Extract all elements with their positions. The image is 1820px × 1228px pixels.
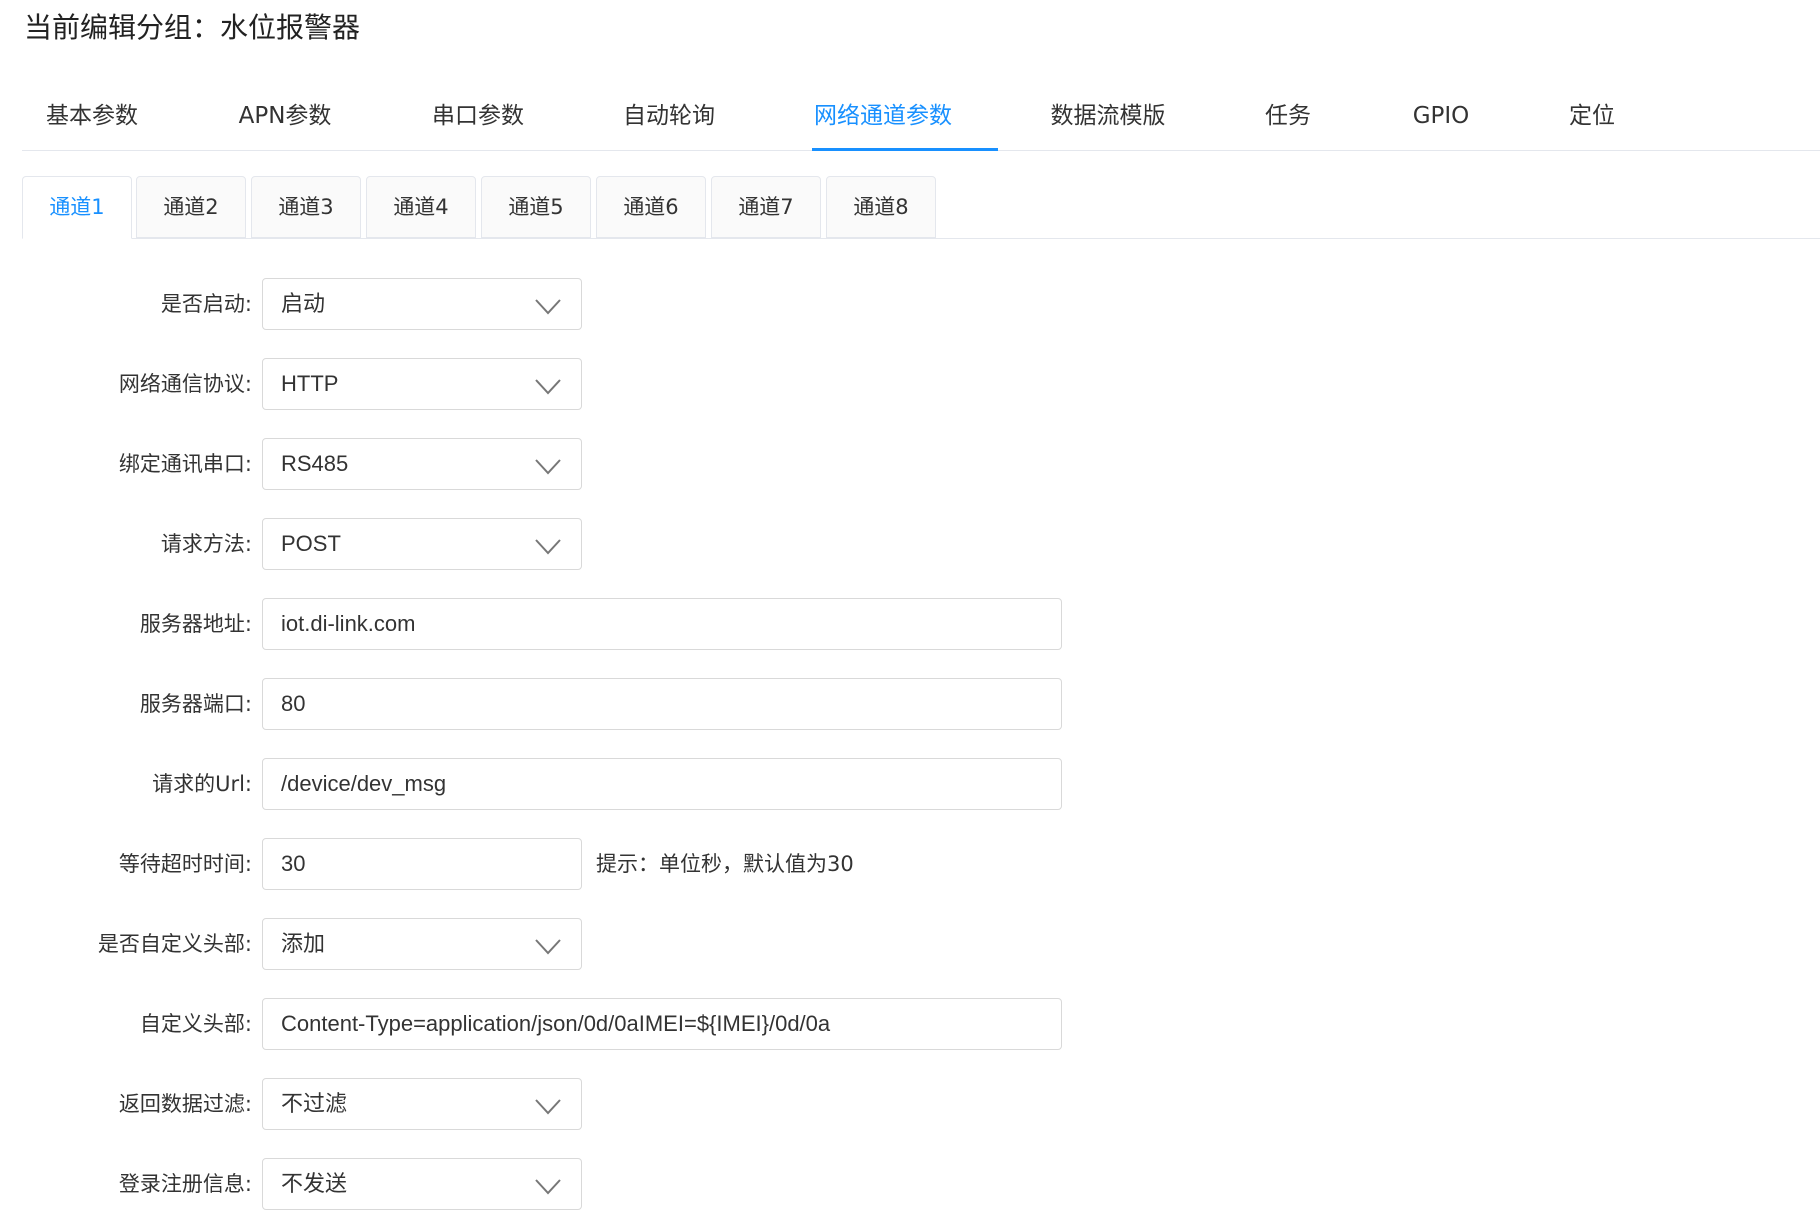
server-port-label: 服务器端口:: [139, 692, 252, 716]
tab-gpio[interactable]: GPIO: [1413, 94, 1470, 150]
tab-channel-5[interactable]: 通道5: [481, 176, 591, 238]
chevron-down-icon: [535, 299, 561, 315]
tab-channel-2[interactable]: 通道2: [136, 176, 246, 238]
chevron-down-icon: [535, 459, 561, 475]
method-select[interactable]: POST: [262, 518, 582, 570]
main-tab-bar: 基本参数 APN参数 串口参数 自动轮询 网络通道参数 数据流模版 任务 GPI…: [22, 94, 1820, 151]
custom-header-enabled-label: 是否自定义头部:: [97, 932, 252, 956]
timeout-label: 等待超时时间:: [118, 852, 252, 876]
timeout-hint: 提示：单位秒，默认值为30: [596, 852, 854, 876]
method-label: 请求方法:: [160, 532, 252, 556]
custom-header-input[interactable]: [262, 998, 1062, 1050]
custom-header-enabled-select[interactable]: 添加: [262, 918, 582, 970]
tab-network-channel-params[interactable]: 网络通道参数: [814, 94, 952, 150]
login-info-select[interactable]: 不发送: [262, 1158, 582, 1210]
tab-tasks[interactable]: 任务: [1265, 94, 1311, 150]
protocol-select-value: HTTP: [281, 371, 339, 396]
login-info-select-value: 不发送: [281, 1171, 348, 1196]
tab-channel-4[interactable]: 通道4: [366, 176, 476, 238]
response-filter-select-value: 不过滤: [281, 1091, 348, 1116]
serial-port-select-value: RS485: [281, 451, 349, 476]
channel-tab-bar: 通道1 通道2 通道3 通道4 通道5 通道6 通道7 通道8: [22, 176, 1820, 239]
serial-port-label: 绑定通讯串口:: [118, 452, 252, 476]
server-address-label: 服务器地址:: [139, 612, 252, 636]
tab-channel-1[interactable]: 通道1: [22, 176, 132, 239]
tab-basic-params[interactable]: 基本参数: [46, 94, 138, 150]
chevron-down-icon: [535, 939, 561, 955]
page-title: 当前编辑分组：水位报警器: [24, 11, 361, 44]
timeout-input[interactable]: [262, 838, 582, 890]
response-filter-label: 返回数据过滤:: [118, 1092, 252, 1116]
chevron-down-icon: [535, 539, 561, 555]
active-tab-indicator: [812, 148, 998, 151]
tab-serial-params[interactable]: 串口参数: [432, 94, 524, 150]
enabled-label: 是否启动:: [160, 292, 252, 316]
custom-header-enabled-select-value: 添加: [281, 931, 326, 956]
chevron-down-icon: [535, 379, 561, 395]
tab-apn-params[interactable]: APN参数: [239, 94, 332, 150]
protocol-label: 网络通信协议:: [118, 372, 252, 396]
tab-channel-3[interactable]: 通道3: [251, 176, 361, 238]
enabled-select[interactable]: 启动: [262, 278, 582, 330]
login-info-label: 登录注册信息:: [118, 1172, 252, 1196]
enabled-select-value: 启动: [281, 291, 326, 316]
tab-channel-7[interactable]: 通道7: [711, 176, 821, 238]
tab-data-stream-template[interactable]: 数据流模版: [1051, 94, 1166, 150]
request-url-label: 请求的Url:: [152, 772, 252, 796]
custom-header-label: 自定义头部:: [139, 1012, 252, 1036]
tab-channel-8[interactable]: 通道8: [826, 176, 936, 238]
request-url-input[interactable]: [262, 758, 1062, 810]
chevron-down-icon: [535, 1099, 561, 1115]
method-select-value: POST: [281, 531, 341, 556]
tab-location[interactable]: 定位: [1569, 94, 1615, 150]
response-filter-select[interactable]: 不过滤: [262, 1078, 582, 1130]
tab-channel-6[interactable]: 通道6: [596, 176, 706, 238]
server-address-input[interactable]: [262, 598, 1062, 650]
server-port-input[interactable]: [262, 678, 1062, 730]
protocol-select[interactable]: HTTP: [262, 358, 582, 410]
tab-auto-polling[interactable]: 自动轮询: [623, 94, 715, 150]
chevron-down-icon: [535, 1179, 561, 1195]
serial-port-select[interactable]: RS485: [262, 438, 582, 490]
